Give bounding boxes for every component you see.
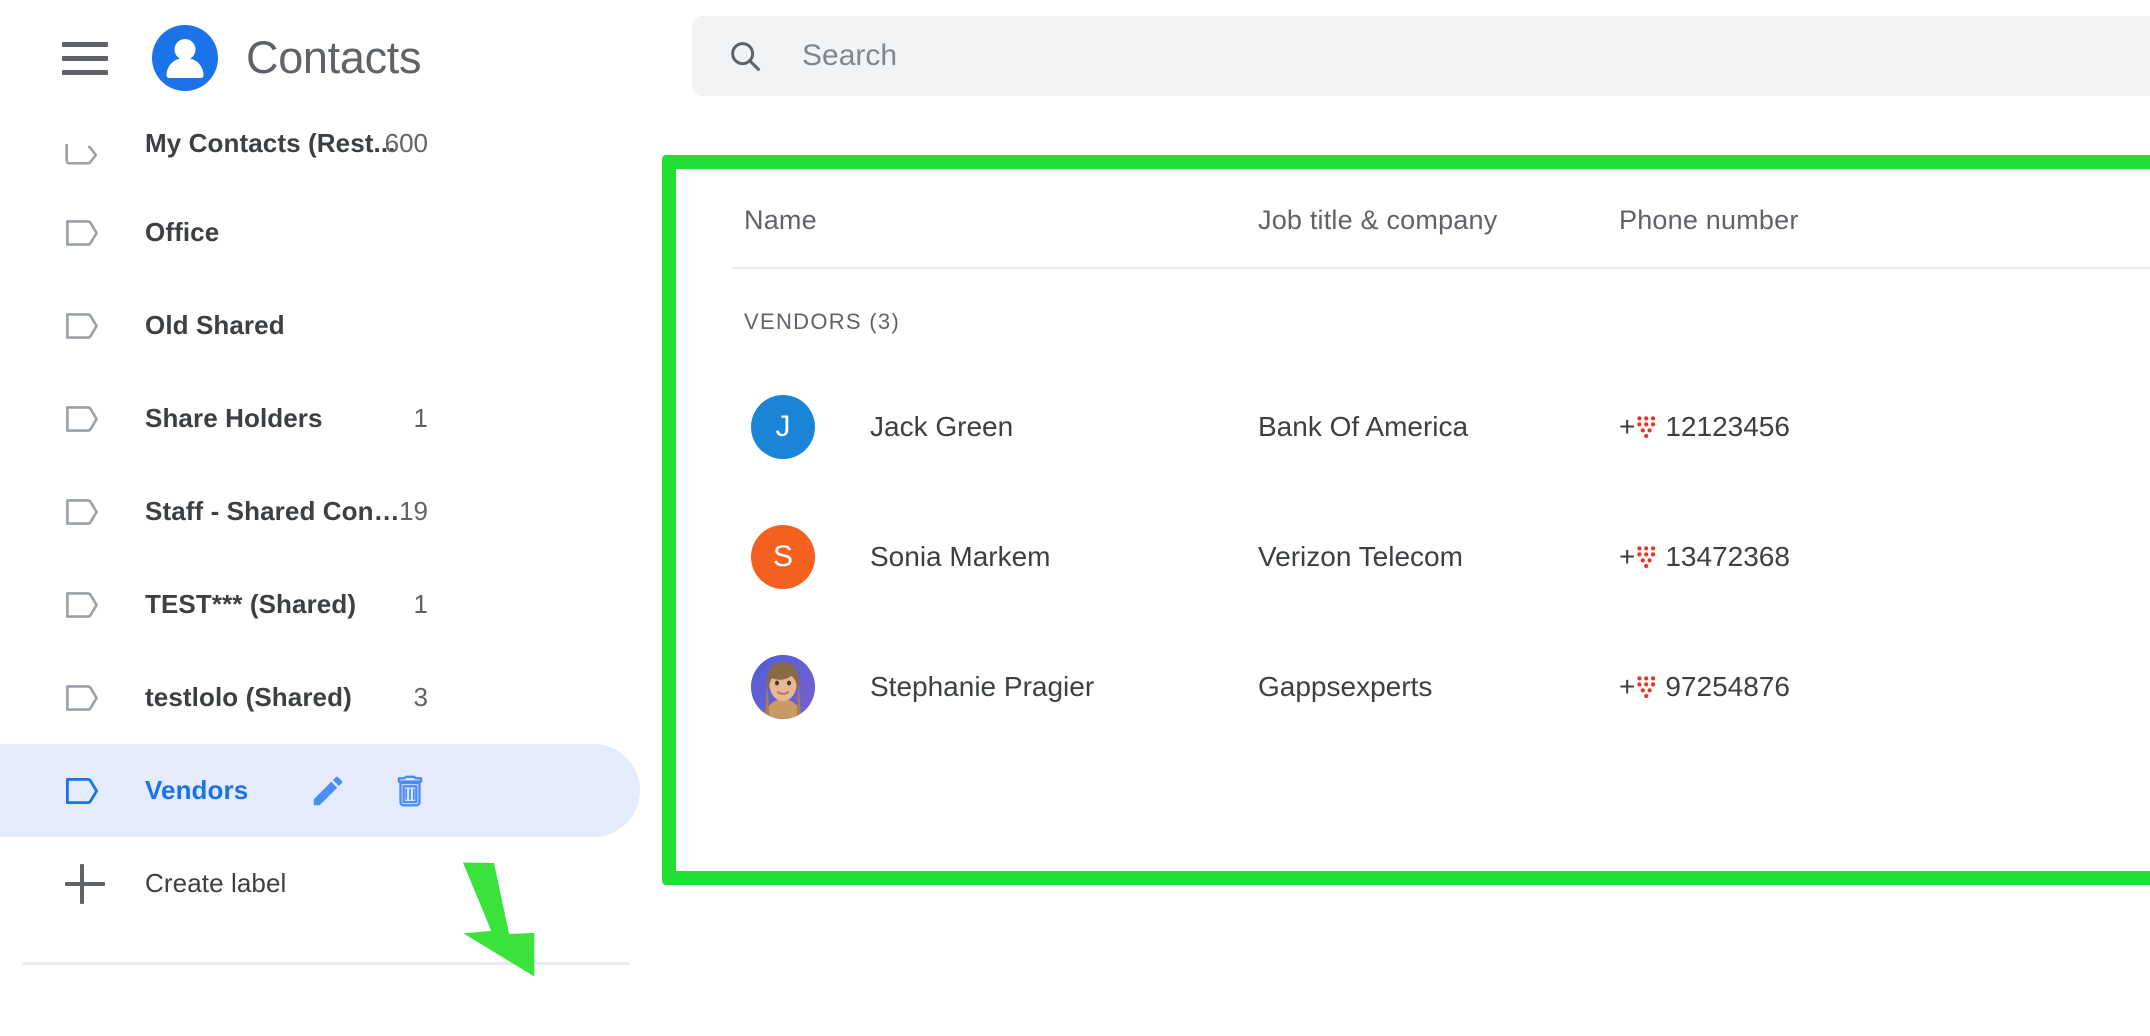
sidebar-item-count: 3 [368,682,428,713]
hamburger-icon[interactable] [62,35,108,81]
highlighted-contacts-table: Name Job title & company Phone number VE… [662,155,2150,885]
sidebar-item-old-shared[interactable]: Old Shared [0,279,640,372]
sidebar-item-my-contacts[interactable]: My Contacts (Rest... 600 [0,100,640,186]
sidebar-item-label: testlolo (Shared) [145,682,352,713]
dialpad-icon [1637,413,1657,435]
contact-group-label: VENDORS (3) [744,309,900,335]
sidebar-item-count: 1 [368,403,428,434]
label-tag-icon [62,303,108,349]
table-row[interactable]: S Sonia Markem Verizon Telecom + 13472 [676,495,2150,617]
avatar-initial: S [773,540,793,574]
dialpad-icon [1637,673,1657,695]
main-content: Name Job title & company Phone number VE… [640,0,2150,1036]
avatar-photo [751,655,815,719]
create-label-button[interactable]: Create label [0,837,640,930]
app-brand-row: Contacts [0,18,421,98]
table-row[interactable]: Stephanie Pragier Gappsexperts + 9725487… [676,625,2150,747]
phone-prefix: + [1619,411,1635,443]
search-bar[interactable] [692,16,2150,96]
contact-phone: + 13472368 [1619,541,1790,573]
label-tag-icon [62,489,108,535]
sidebar-item-label: My Contacts (Rest... [145,128,396,159]
sidebar: Contacts My Contacts (Rest... 600 Office [0,0,640,1036]
column-header-phone[interactable]: Phone number [1619,205,1799,236]
column-header-name[interactable]: Name [744,205,817,236]
phone-number: 12123456 [1665,411,1790,443]
search-input[interactable] [800,38,1704,74]
contact-job-company: Verizon Telecom [1258,541,1463,573]
label-list: My Contacts (Rest... 600 Office Old Shar… [0,106,640,930]
sidebar-item-label: TEST*** (Shared) [145,589,356,620]
contact-phone: + 97254876 [1619,671,1790,703]
contact-name: Jack Green [870,411,1013,443]
sidebar-item-label: Vendors [145,775,248,806]
trash-icon[interactable] [390,771,430,811]
label-tag-icon [62,582,108,628]
pencil-icon[interactable] [308,771,348,811]
contacts-person-logo [152,25,218,91]
column-header-job[interactable]: Job title & company [1258,205,1497,236]
contacts-app: Contacts My Contacts (Rest... 600 Office [0,0,2150,1036]
plus-icon [62,861,108,907]
contact-job-company: Bank Of America [1258,411,1468,443]
sidebar-item-testlolo-shared[interactable]: testlolo (Shared) 3 [0,651,640,744]
table-header-divider [732,267,2150,269]
phone-number: 97254876 [1665,671,1790,703]
create-label-text: Create label [145,868,286,899]
label-tag-icon [62,396,108,442]
contact-name: Sonia Markem [870,541,1051,573]
sidebar-item-label: Share Holders [145,403,323,434]
sidebar-item-label: Old Shared [145,310,285,341]
sidebar-item-count: 600 [368,128,428,159]
avatar-initial: J [776,410,791,444]
sidebar-item-share-holders[interactable]: Share Holders 1 [0,372,640,465]
sidebar-item-count: 19 [368,496,428,527]
sidebar-item-label: Office [145,217,219,248]
label-tag-icon [62,120,108,166]
sidebar-item-test-shared[interactable]: TEST*** (Shared) 1 [0,558,640,651]
avatar: S [751,525,815,589]
dialpad-icon [1637,543,1657,565]
sidebar-item-count: 1 [368,589,428,620]
contact-name: Stephanie Pragier [870,671,1094,703]
sidebar-item-vendors[interactable]: Vendors [0,744,640,837]
contact-job-company: Gappsexperts [1258,671,1432,703]
phone-number: 13472368 [1665,541,1790,573]
avatar [751,655,815,719]
label-tag-icon [62,768,108,814]
label-tag-icon [62,210,108,256]
avatar: J [751,395,815,459]
label-tag-icon [62,675,108,721]
phone-prefix: + [1619,541,1635,573]
table-header-row: Name Job title & company Phone number [676,169,2150,269]
table-row[interactable]: J Jack Green Bank Of America + 1212345 [676,365,2150,487]
sidebar-divider [22,962,630,965]
sidebar-item-actions [308,771,430,811]
page-title: Contacts [246,32,421,84]
search-icon [726,37,764,75]
sidebar-item-staff-shared-contacts[interactable]: Staff - Shared Conta... 19 [0,465,640,558]
sidebar-item-office[interactable]: Office [0,186,640,279]
sidebar-item-label: Staff - Shared Conta... [145,496,403,527]
contact-phone: + 12123456 [1619,411,1790,443]
phone-prefix: + [1619,671,1635,703]
